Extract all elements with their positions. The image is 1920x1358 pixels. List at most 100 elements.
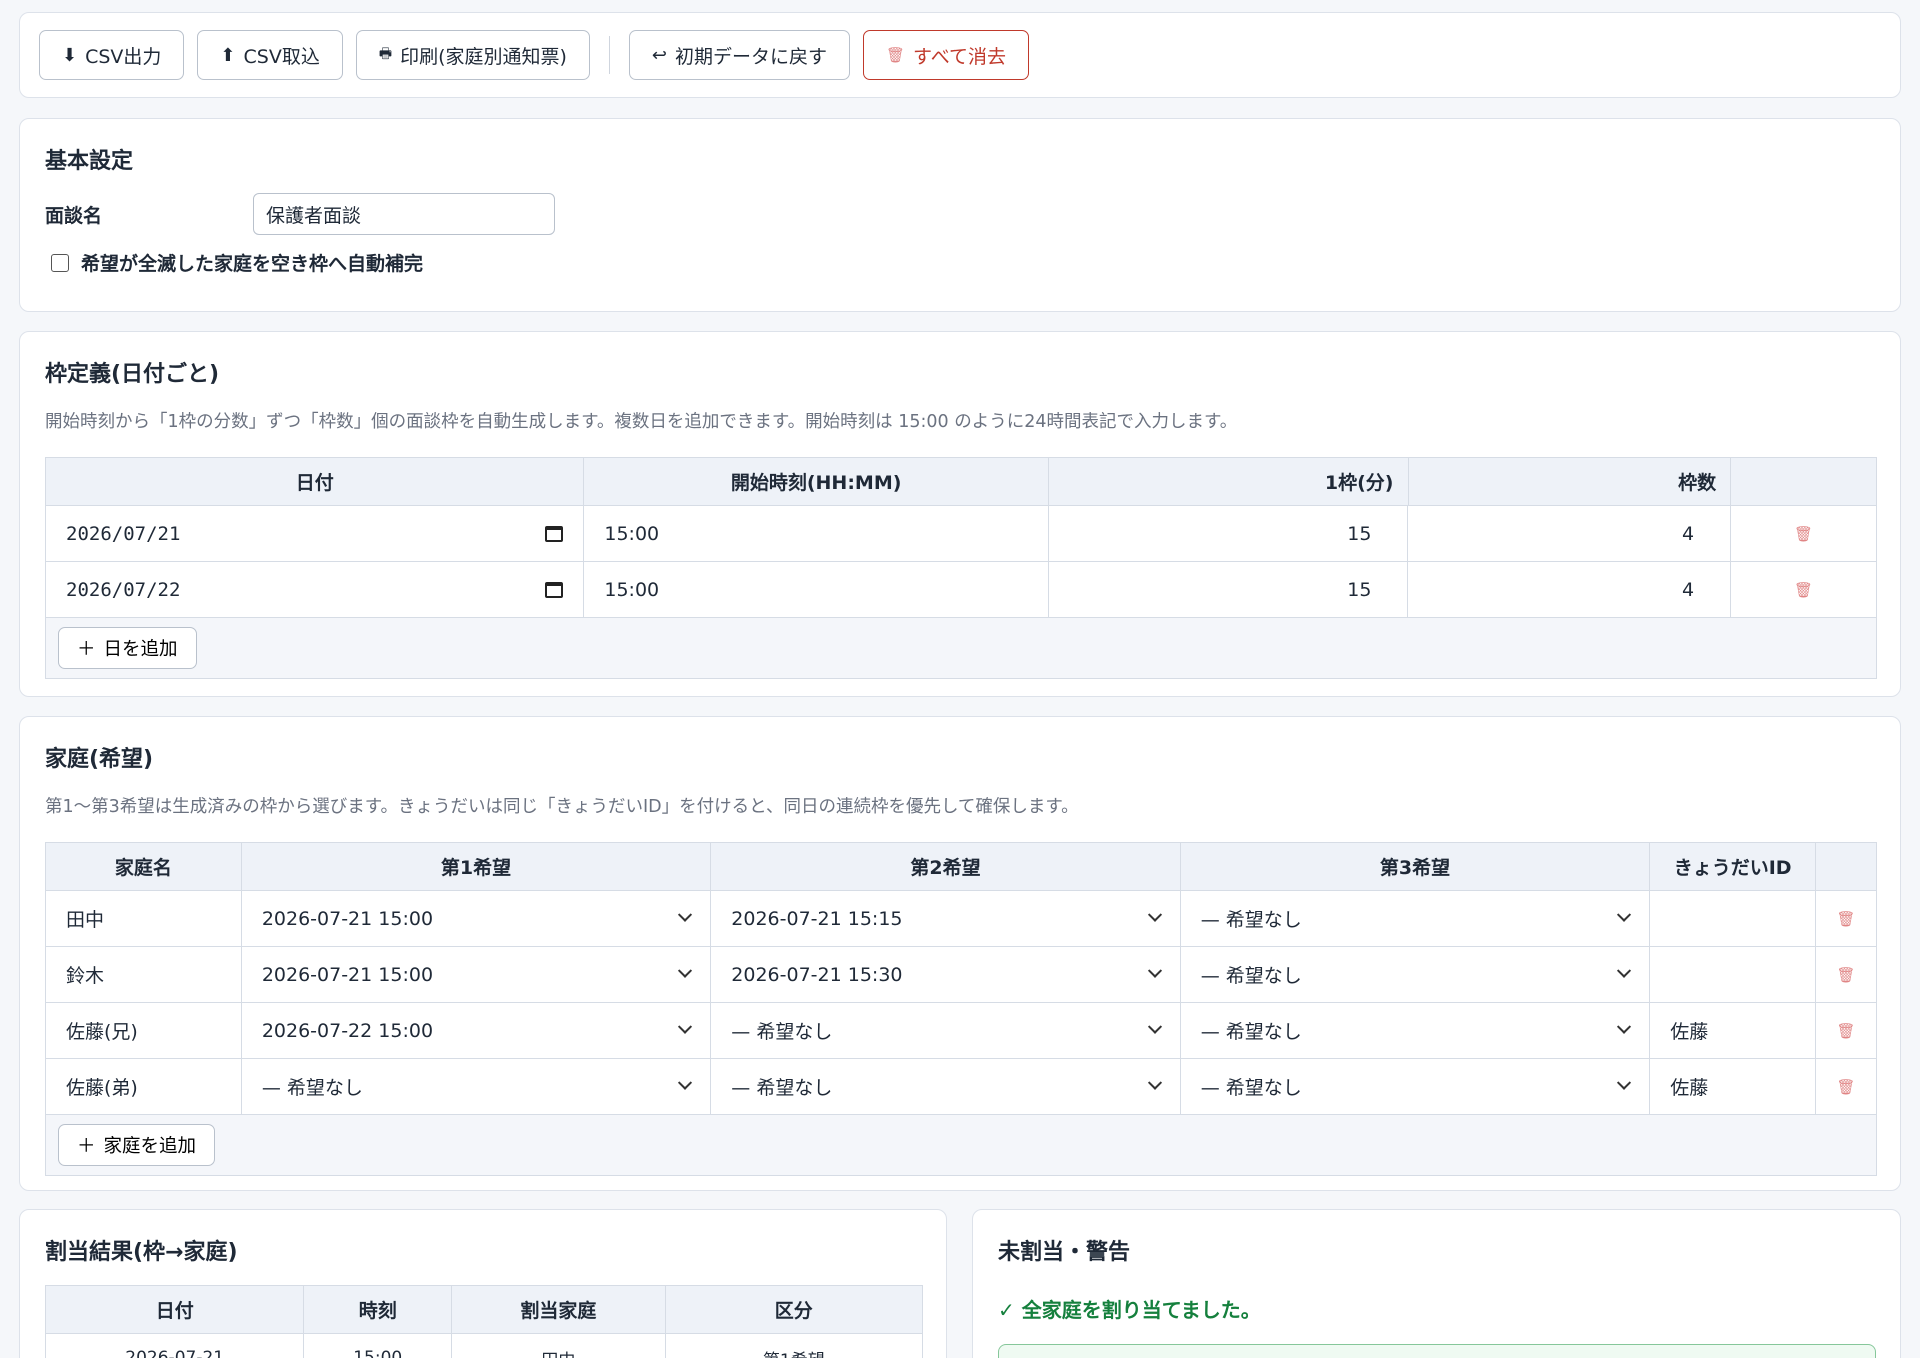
date-input[interactable]: 2026/07/22 [46, 562, 585, 617]
calendar-icon[interactable] [545, 581, 564, 598]
toolbar: ⬇ CSV出力 ⬆ CSV取込 🖶 印刷(家庭別通知票) ↩ 初期データに戻す … [19, 12, 1901, 98]
delete-family-button[interactable]: 🗑 [1816, 891, 1876, 946]
count-input[interactable]: 4 [1408, 562, 1732, 617]
families-table: 家庭名 第1希望 第2希望 第3希望 きょうだいID 田中 2026-07-21… [45, 842, 1877, 1176]
frames-card: 枠定義(日付ごと) 開始時刻から「1枠の分数」ずつ「枠数」個の面談枠を自動生成し… [19, 331, 1901, 697]
delete-family-button[interactable]: 🗑 [1816, 1003, 1876, 1058]
family-name-input[interactable]: 佐藤(弟) [46, 1059, 242, 1114]
frames-table: 日付 開始時刻(HH:MM) 1枠(分) 枠数 2026/07/21 15:00… [45, 457, 1877, 679]
chevron-down-icon [678, 1019, 693, 1034]
family-name-input[interactable]: 田中 [46, 891, 242, 946]
pref2-value: — 希望なし [731, 1021, 833, 1043]
result-header-row: 日付 時刻 割当家庭 区分 [46, 1286, 922, 1334]
plus-icon: ＋ [77, 1135, 96, 1156]
toolbar-divider [608, 36, 610, 74]
print-button[interactable]: 🖶 印刷(家庭別通知票) [355, 30, 590, 80]
result-table: 日付 時刻 割当家庭 区分 2026-07-21 15:00 田中 第1希望 [45, 1285, 923, 1358]
delete-frame-button[interactable]: 🗑 [1731, 506, 1877, 561]
header-result-family: 割当家庭 [452, 1286, 666, 1333]
app-page: ⬇ CSV出力 ⬆ CSV取込 🖶 印刷(家庭別通知票) ↩ 初期データに戻す … [0, 0, 1920, 1358]
result-row: 2026-07-21 15:00 田中 第1希望 [46, 1334, 922, 1358]
header-result-kind: 区分 [665, 1286, 922, 1333]
chevron-down-icon [1147, 1019, 1162, 1034]
csv-import-button[interactable]: ⬆ CSV取込 [197, 30, 343, 80]
warnings-card: 未割当・警告 ✓ 全家庭を割り当てました。 [972, 1209, 1901, 1358]
header-actions [1731, 458, 1876, 505]
pref3-select[interactable]: — 希望なし [1180, 1059, 1651, 1114]
result-title: 割当結果(枠→家庭) [45, 1240, 238, 1265]
families-add-row: ＋ 家庭を追加 [46, 1115, 1876, 1175]
delete-frame-button[interactable]: 🗑 [1731, 562, 1877, 617]
reset-button[interactable]: ↩ 初期データに戻す [628, 30, 850, 80]
pref1-select[interactable]: — 希望なし [241, 1059, 712, 1114]
pref3-select[interactable]: — 希望なし [1180, 947, 1651, 1002]
minutes-input[interactable]: 15 [1048, 562, 1409, 617]
header-count: 枠数 [1408, 458, 1732, 505]
pref3-select[interactable]: — 希望なし [1180, 891, 1651, 946]
trash-icon: 🗑 [1794, 580, 1814, 599]
interview-name-label: 面談名 [45, 204, 103, 227]
header-start: 開始時刻(HH:MM) [584, 458, 1049, 505]
date-value: 2026/07/22 [66, 578, 181, 601]
frame-row: 2026/07/22 15:00 15 4 🗑 [46, 562, 1877, 618]
pref3-value: — 希望なし [1200, 909, 1302, 931]
chevron-down-icon [1147, 963, 1162, 978]
autofill-checkbox[interactable] [51, 253, 69, 272]
add-family-button[interactable]: ＋ 家庭を追加 [58, 1124, 216, 1166]
add-day-button[interactable]: ＋ 日を追加 [58, 627, 197, 669]
family-name-input[interactable]: 佐藤(兄) [46, 1003, 242, 1058]
undo-icon: ↩ [651, 44, 667, 66]
pref2-value: — 希望なし [731, 1077, 833, 1099]
csv-export-button[interactable]: ⬇ CSV出力 [39, 30, 185, 80]
pref2-value: 2026-07-21 15:30 [731, 963, 903, 986]
header-family-name: 家庭名 [46, 843, 242, 890]
result-date: 2026-07-21 [46, 1334, 305, 1358]
frames-title: 枠定義(日付ごと) [45, 362, 220, 387]
result-time: 15:00 [304, 1334, 453, 1358]
header-actions [1816, 843, 1876, 890]
success-panel [998, 1344, 1876, 1358]
pref1-select[interactable]: 2026-07-21 15:00 [241, 891, 712, 946]
sibling-id-input[interactable]: 佐藤 [1650, 1059, 1817, 1114]
pref2-value: 2026-07-21 15:15 [731, 907, 903, 930]
chevron-down-icon [1147, 907, 1162, 922]
pref1-select[interactable]: 2026-07-22 15:00 [241, 1003, 712, 1058]
header-date: 日付 [46, 458, 585, 505]
sibling-id-input[interactable] [1650, 891, 1817, 946]
reset-label: 初期データに戻す [674, 45, 827, 68]
delete-family-button[interactable]: 🗑 [1816, 947, 1876, 1002]
add-family-label: 家庭を追加 [103, 1135, 197, 1156]
start-time-input[interactable]: 15:00 [584, 506, 1049, 561]
pref3-select[interactable]: — 希望なし [1180, 1003, 1651, 1058]
pref3-value: — 希望なし [1200, 1021, 1302, 1043]
start-time-input[interactable]: 15:00 [584, 562, 1049, 617]
date-input[interactable]: 2026/07/21 [46, 506, 585, 561]
pref2-select[interactable]: — 希望なし [711, 1059, 1181, 1114]
family-row: 鈴木 2026-07-21 15:00 2026-07-21 15:30 — 希… [46, 947, 1876, 1003]
pref1-value: 2026-07-22 15:00 [261, 1019, 434, 1042]
count-input[interactable]: 4 [1408, 506, 1732, 561]
calendar-icon[interactable] [545, 525, 564, 542]
add-day-label: 日を追加 [103, 638, 178, 659]
family-name-input[interactable]: 鈴木 [46, 947, 242, 1002]
header-result-time: 時刻 [304, 1286, 453, 1333]
sibling-id-input[interactable]: 佐藤 [1650, 1003, 1817, 1058]
date-value: 2026/07/21 [66, 522, 181, 545]
result-card: 割当結果(枠→家庭) 日付 時刻 割当家庭 区分 2026-07-21 15:0… [19, 1209, 947, 1358]
trash-icon: 🗑 [1836, 909, 1856, 928]
interview-name-input[interactable]: 保護者面談 [253, 193, 555, 235]
clear-all-button[interactable]: 🗑 すべて消去 [863, 30, 1029, 80]
chevron-down-icon [1617, 1019, 1632, 1034]
pref1-select[interactable]: 2026-07-21 15:00 [241, 947, 712, 1002]
csv-export-label: CSV出力 [85, 45, 162, 68]
sibling-id-input[interactable] [1650, 947, 1817, 1002]
result-kind: 第1希望 [665, 1334, 922, 1358]
pref2-select[interactable]: 2026-07-21 15:30 [711, 947, 1181, 1002]
header-result-date: 日付 [46, 1286, 305, 1333]
pref2-select[interactable]: — 希望なし [711, 1003, 1181, 1058]
delete-family-button[interactable]: 🗑 [1816, 1059, 1876, 1114]
autofill-label: 希望が全滅した家庭を空き枠へ自動補完 [81, 253, 424, 275]
minutes-input[interactable]: 15 [1048, 506, 1409, 561]
families-title: 家庭(希望) [45, 747, 154, 772]
pref2-select[interactable]: 2026-07-21 15:15 [711, 891, 1181, 946]
